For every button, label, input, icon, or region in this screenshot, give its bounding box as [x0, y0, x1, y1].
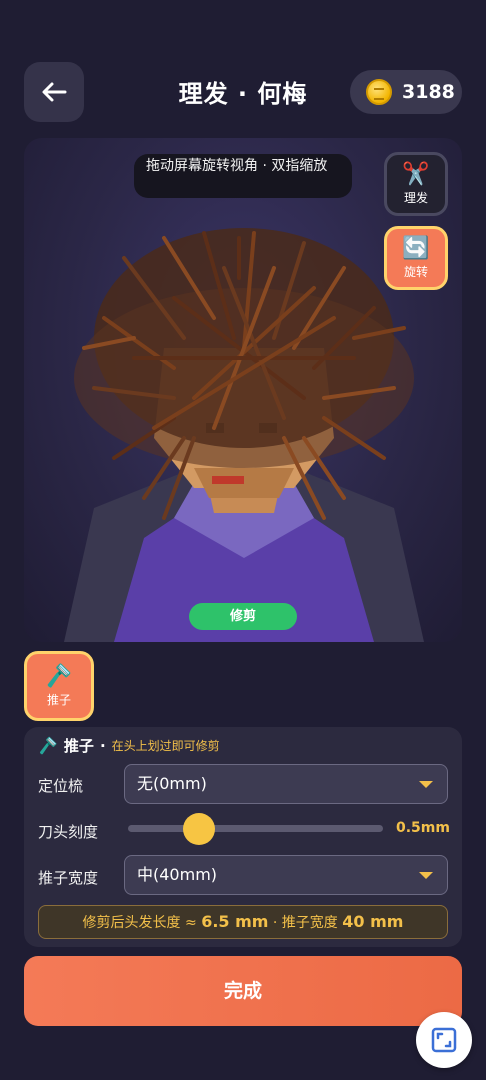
clipper-tool-button[interactable]: 🪒 推子: [24, 651, 94, 721]
blade-setting-slider[interactable]: [128, 813, 383, 845]
panel-header: 🪒 推子 · 在头上划过即可修剪: [38, 735, 220, 756]
scissors-icon: ✂️: [402, 161, 430, 187]
haircut-tool-label: 理发: [403, 190, 428, 205]
blade-setting-value: 0.5mm: [396, 820, 450, 836]
summary-width: 40 mm: [342, 912, 404, 931]
summary-prefix: 修剪后头发长度 ≈: [82, 915, 202, 931]
crop-frame-button[interactable]: [416, 1012, 472, 1068]
coin-balance: 3188: [350, 70, 462, 114]
clipper-tool-label: 推子: [46, 692, 71, 707]
rotate-icon: 🔄: [402, 235, 430, 261]
panel-tip: 在头上划过即可修剪: [111, 739, 220, 753]
clipper-width-value: 中(40mm): [137, 865, 218, 884]
rotate-zoom-hint: 拖动屏幕旋转视角 · 双指缩放: [134, 154, 352, 198]
clipper-icon: 🪒: [45, 663, 73, 689]
clipper-settings-panel: 🪒 推子 · 在头上划过即可修剪 定位梳 无(0mm) 刀头刻度 0.5mm 推…: [24, 727, 462, 947]
top-bar: 理发 · 何梅 3188: [0, 0, 486, 130]
chevron-down-icon: [419, 781, 433, 788]
summary-middle: · 推子宽度: [268, 915, 343, 931]
slider-thumb[interactable]: [183, 813, 216, 845]
trim-mode-badge[interactable]: 修剪: [189, 603, 297, 630]
clipper-width-label: 推子宽度: [38, 869, 99, 887]
coin-icon: [366, 79, 392, 105]
done-button[interactable]: 完成: [24, 956, 462, 1026]
guide-comb-value: 无(0mm): [137, 774, 207, 793]
clipper-width-select[interactable]: 中(40mm): [124, 855, 448, 895]
haircut-tool-button[interactable]: ✂️ 理发: [384, 152, 448, 216]
result-summary: 修剪后头发长度 ≈ 6.5 mm · 推子宽度 40 mm: [38, 905, 448, 939]
guide-comb-select[interactable]: 无(0mm): [124, 764, 448, 804]
panel-tool-name: 推子: [63, 737, 94, 755]
blade-setting-label: 刀头刻度: [38, 823, 99, 841]
guide-comb-label: 定位梳: [38, 777, 84, 795]
haircut-3d-viewport[interactable]: 拖动屏幕旋转视角 · 双指缩放 ✂️ 理发 🔄 旋转 修剪: [24, 138, 462, 642]
clipper-icon: 🪒: [38, 736, 58, 755]
chevron-down-icon: [419, 872, 433, 879]
rotate-tool-label: 旋转: [403, 264, 428, 279]
coin-count: 3188: [402, 81, 455, 103]
rotate-tool-button[interactable]: 🔄 旋转: [384, 226, 448, 290]
panel-separator: ·: [99, 736, 106, 755]
summary-length: 6.5 mm: [201, 912, 269, 931]
crop-frame-icon: [431, 1027, 457, 1053]
